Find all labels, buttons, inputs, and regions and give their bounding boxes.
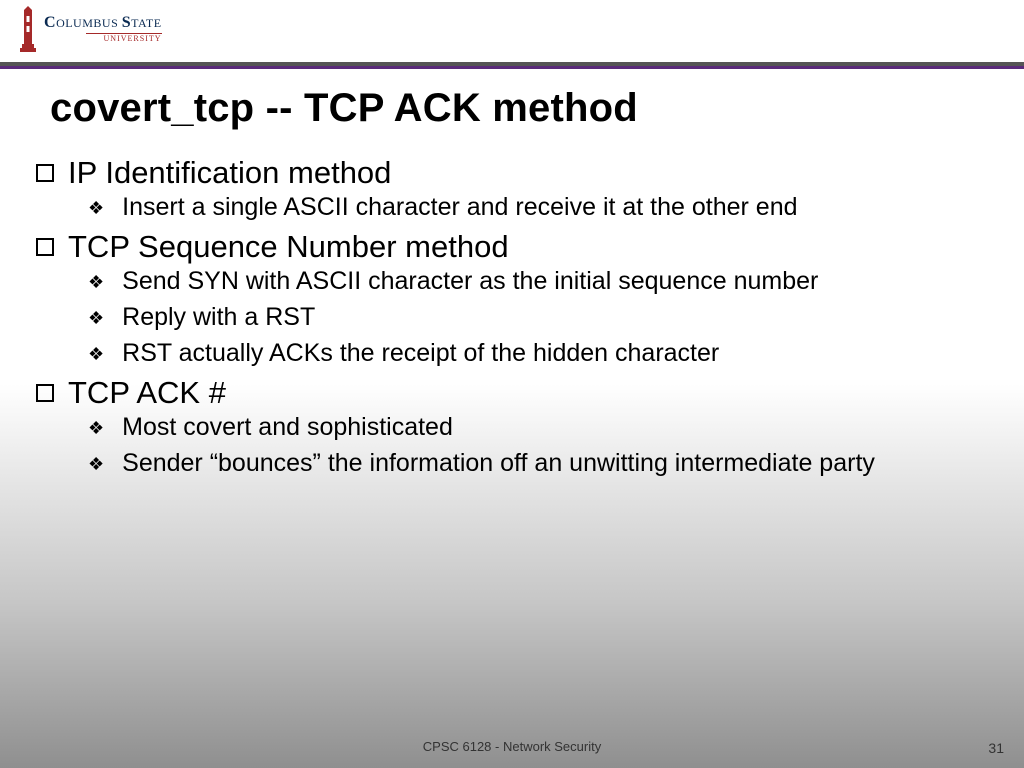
diamond-bullet-icon: ❖ — [88, 193, 104, 223]
item-text: Send SYN with ASCII character as the ini… — [122, 267, 818, 296]
diamond-bullet-icon: ❖ — [88, 413, 104, 443]
diamond-bullet-icon: ❖ — [88, 449, 104, 479]
list-item: ❖ RST actually ACKs the receipt of the h… — [32, 339, 1004, 369]
list-item: ❖ Reply with a RST — [32, 303, 1004, 333]
university-logo: COLUMBUS STATE UNIVERSITY — [18, 6, 162, 52]
item-text: RST actually ACKs the receipt of the hid… — [122, 339, 719, 368]
logo-letter-c: C — [44, 14, 56, 31]
logo-text: COLUMBUS STATE UNIVERSITY — [44, 15, 162, 43]
section-heading: IP Identification method — [32, 155, 1004, 191]
item-text: Most covert and sophisticated — [122, 413, 453, 442]
section-heading: TCP Sequence Number method — [32, 229, 1004, 265]
diamond-bullet-icon: ❖ — [88, 303, 104, 333]
header: COLUMBUS STATE UNIVERSITY — [0, 0, 1024, 64]
diamond-bullet-icon: ❖ — [88, 339, 104, 369]
item-text: Sender “bounces” the information off an … — [122, 449, 875, 478]
logo-line2: UNIVERSITY — [86, 33, 162, 43]
tower-icon — [18, 6, 38, 52]
page-number: 31 — [988, 740, 1004, 756]
square-bullet-icon — [36, 238, 54, 256]
square-bullet-icon — [36, 164, 54, 182]
heading-text: TCP Sequence Number method — [68, 229, 509, 265]
slide-content: IP Identification method ❖ Insert a sing… — [32, 155, 1004, 485]
logo-letter-s: S — [122, 14, 131, 31]
heading-text: IP Identification method — [68, 155, 391, 191]
divider-purple — [0, 66, 1024, 69]
slide-title: covert_tcp -- TCP ACK method — [50, 86, 638, 131]
slide: COLUMBUS STATE UNIVERSITY covert_tcp -- … — [0, 0, 1024, 768]
logo-word-tate: TATE — [131, 16, 161, 30]
diamond-bullet-icon: ❖ — [88, 267, 104, 297]
list-item: ❖ Insert a single ASCII character and re… — [32, 193, 1004, 223]
list-item: ❖ Send SYN with ASCII character as the i… — [32, 267, 1004, 297]
list-item: ❖ Sender “bounces” the information off a… — [32, 449, 1004, 479]
list-item: ❖ Most covert and sophisticated — [32, 413, 1004, 443]
item-text: Insert a single ASCII character and rece… — [122, 193, 797, 222]
footer-text: CPSC 6128 - Network Security — [0, 739, 1024, 754]
logo-word-olumbus: OLUMBUS — [56, 16, 122, 30]
logo-line1: COLUMBUS STATE — [44, 15, 162, 31]
heading-text: TCP ACK # — [68, 375, 226, 411]
item-text: Reply with a RST — [122, 303, 315, 332]
section-heading: TCP ACK # — [32, 375, 1004, 411]
square-bullet-icon — [36, 384, 54, 402]
